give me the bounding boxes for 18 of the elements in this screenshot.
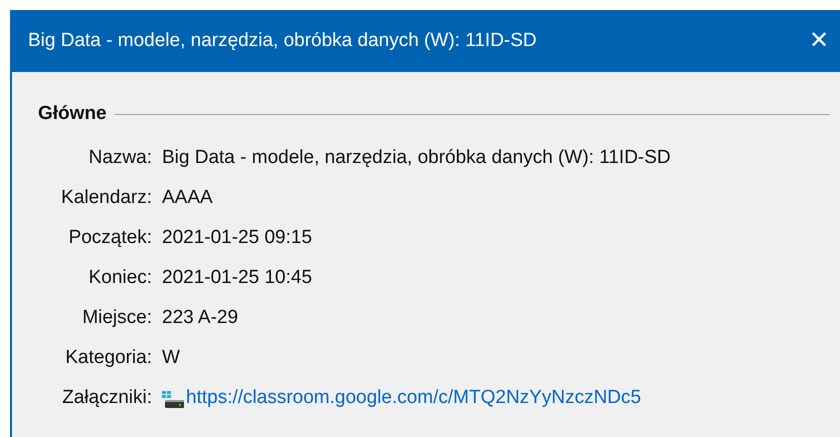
field-value: W <box>162 346 180 370</box>
field-label: Kategoria: <box>64 346 152 370</box>
field-label: Załączniki: <box>61 386 152 410</box>
field-value: AAAA <box>162 186 213 210</box>
window-title: Big Data - modele, narzędzia, obróbka danych (W): 11ID-SD <box>28 28 537 53</box>
field-label: Nazwa: <box>88 146 152 170</box>
attachment-link[interactable]: https://classroom.google.com/c/MTQ2NzYyNzczNDc5 <box>186 384 642 413</box>
field-value: 2021-01-25 09:15 <box>162 226 312 250</box>
field-value: Big Data - modele, narzędzia, obróbka danych (W): 11ID-SD <box>162 146 671 170</box>
section-title: Główne <box>38 102 107 126</box>
field-label: Kalendarz: <box>60 186 152 210</box>
field-label: Miejsce: <box>81 306 152 330</box>
drive-icon <box>162 388 184 408</box>
field-label: Koniec: <box>88 266 152 290</box>
field-value: 223 A-29 <box>162 306 238 330</box>
field-label: Początek: <box>68 226 152 250</box>
close-button[interactable]: ✕ <box>804 21 834 61</box>
field-value: 2021-01-25 10:45 <box>162 266 312 290</box>
